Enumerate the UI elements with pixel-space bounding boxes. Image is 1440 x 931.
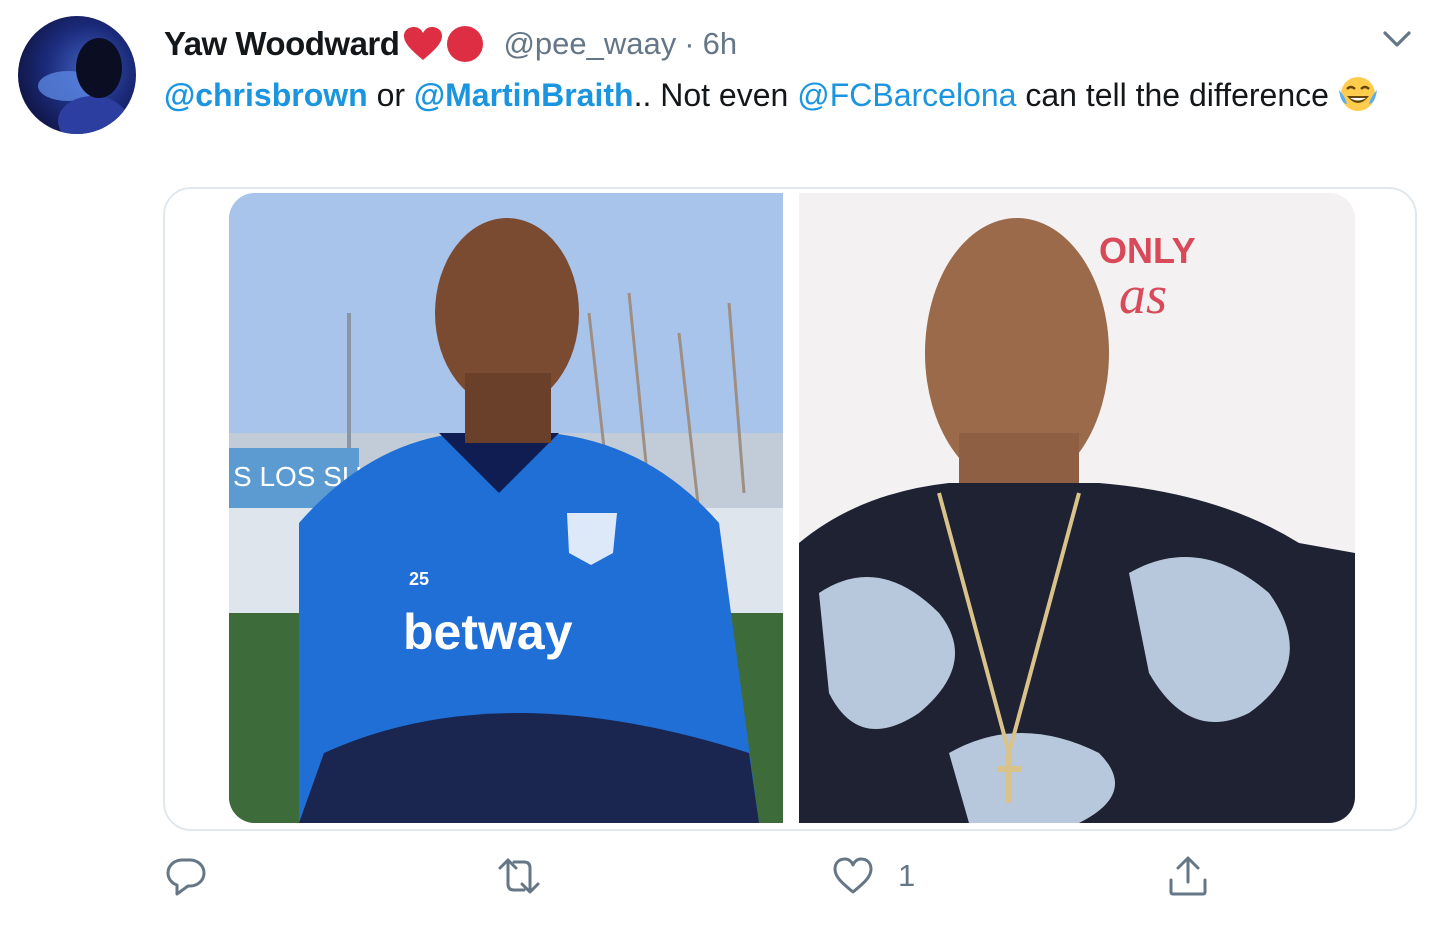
photo-left[interactable]: S LOS SUEÑ 25 betway: [229, 193, 783, 823]
text-segment: can tell the difference: [1016, 77, 1329, 113]
mention-link[interactable]: @chrisbrown: [164, 77, 368, 113]
mention-link[interactable]: @FCBarcelona: [797, 77, 1016, 113]
chevron-down-icon[interactable]: [1380, 24, 1414, 54]
like-count: 1: [898, 858, 916, 893]
retweet-icon: [494, 854, 544, 898]
jersey-sponsor: betway: [403, 604, 573, 660]
text-segment: .. Not even: [633, 77, 798, 113]
tweet[interactable]: Yaw Woodward @pee_waay · 6h @chrisbrown …: [0, 0, 1440, 931]
retweet-button[interactable]: [494, 854, 544, 898]
separator-dot: ·: [684, 26, 695, 61]
mention-link[interactable]: @MartinBraith: [414, 77, 634, 113]
user-handle[interactable]: @pee_waay: [503, 26, 676, 62]
share-icon: [1166, 854, 1210, 898]
avatar-shape: [58, 96, 128, 134]
tweet-text: @chrisbrown or @MartinBraith.. Not even …: [164, 72, 1384, 118]
tweet-actions: 1: [0, 854, 1440, 904]
tears-of-joy-emoji-icon: [1337, 74, 1379, 114]
jersey-number: 25: [409, 569, 429, 589]
red-circle-emoji-icon: [447, 26, 484, 62]
reply-button[interactable]: [164, 854, 208, 898]
backdrop-sign-text: as: [1119, 265, 1167, 325]
display-name[interactable]: Yaw Woodward: [164, 25, 400, 63]
red-heart-emoji-icon: [403, 26, 443, 62]
like-icon: [830, 854, 876, 898]
reply-icon: [164, 854, 208, 898]
share-button[interactable]: [1166, 854, 1210, 898]
timestamp[interactable]: 6h: [703, 26, 737, 62]
media-container[interactable]: S LOS SUEÑ 25 betway ONLY as: [163, 187, 1417, 831]
like-button[interactable]: 1: [830, 854, 915, 898]
avatar[interactable]: [18, 16, 136, 134]
text-segment: or: [367, 77, 414, 113]
tweet-header: Yaw Woodward @pee_waay · 6h: [164, 24, 737, 64]
photo-right[interactable]: ONLY as: [799, 193, 1355, 823]
avatar-shape: [76, 38, 122, 98]
